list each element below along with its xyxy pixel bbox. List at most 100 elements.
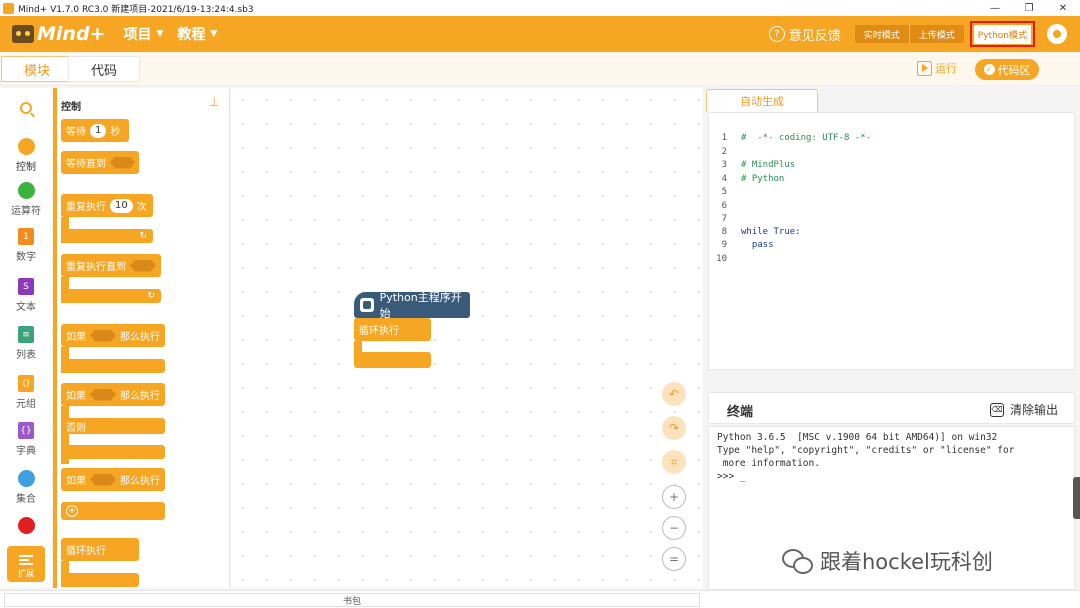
condition-slot[interactable] (130, 259, 156, 272)
code-line: 10 (716, 254, 727, 264)
category-text[interactable]: S 文本 (0, 278, 52, 313)
palette-title: 控制 (61, 102, 81, 113)
extension-button[interactable]: 扩展 (7, 546, 45, 582)
undo-icon[interactable]: ↶ (662, 382, 686, 406)
code-line: 2 (721, 147, 727, 157)
mode-python[interactable]: Python模式 (973, 24, 1031, 44)
category-dot (17, 138, 35, 155)
tuple-icon: () (18, 375, 34, 392)
minimize-button[interactable]: — (978, 0, 1012, 16)
text-icon: S (18, 278, 34, 295)
category-list[interactable]: ≡ 列表 (0, 326, 52, 361)
code-line: 6 (721, 201, 727, 211)
category-tuple[interactable]: () 元组 (0, 375, 52, 410)
terminal-line: more information. (717, 458, 820, 469)
terminal-prompt[interactable]: >>> _ (717, 470, 1066, 483)
tab-autogen[interactable]: 自动生成 (706, 89, 818, 112)
question-icon: ? (768, 26, 785, 42)
redo-icon[interactable]: ↷ (662, 416, 686, 440)
condition-slot[interactable] (110, 156, 135, 169)
block-if-elif-end: + (61, 502, 165, 520)
robot-logo-icon (12, 25, 34, 43)
category-set[interactable]: 集合 (0, 470, 52, 505)
wait-seconds-input[interactable]: 1 (90, 123, 107, 138)
mode-python-highlight[interactable]: Python模式 (969, 21, 1035, 47)
mindplus-logo: Mind+ (12, 23, 105, 45)
code-line: 5 (721, 187, 727, 197)
block-else: 否则 (61, 418, 165, 434)
category-operators[interactable]: 运算符 (0, 182, 52, 217)
menu-bar: Mind+ 项目 ▼ 教程 ▼ ? 意见反馈 实时模式 上传模式 Python模式 (0, 16, 1080, 52)
panel-resize-handle[interactable] (1073, 477, 1080, 519)
dict-icon: {} (18, 422, 34, 439)
block-repeat[interactable]: 重复执行 10 次 (61, 194, 153, 217)
block-if-else-end (61, 445, 165, 459)
caret-down-icon: ▼ (210, 29, 218, 39)
list-icon: ≡ (18, 326, 34, 343)
code-line: 3 # MindPlus (721, 160, 796, 170)
block-wait[interactable]: 等待 1 秒 (61, 119, 129, 142)
caret-down-icon: ▼ (156, 29, 164, 39)
category-sidebar: 控制 运算符 1 数字 S 文本 ≡ 列表 () 元组 {} 字典 集合 (0, 88, 52, 588)
condition-slot[interactable] (90, 388, 116, 401)
watermark: 跟着hockel玩科创 (782, 546, 993, 576)
block-repeat-until-end: ↻ (61, 289, 161, 303)
zoom-reset-icon[interactable]: = (662, 547, 686, 571)
repeat-count-input[interactable]: 10 (110, 198, 133, 213)
condition-slot[interactable] (90, 473, 116, 486)
block-if-elif[interactable]: 如果 那么执行 (61, 468, 165, 491)
number-icon: 1 (18, 228, 34, 245)
menu-project[interactable]: 项目 ▼ (123, 24, 163, 44)
run-button[interactable]: 运行 (917, 60, 957, 76)
menu-tutorial[interactable]: 教程 ▼ (177, 24, 217, 44)
eraser-icon: ⌫ (989, 402, 1004, 417)
mode-realtime[interactable]: 实时模式 (855, 25, 909, 43)
block-repeat-end: ↻ (61, 229, 153, 243)
script-workspace[interactable] (231, 88, 703, 588)
terminal-line: Python 3.6.5 [MSC v.1900 64 bit AMD64)] … (717, 432, 998, 443)
close-button[interactable]: ✕ (1046, 0, 1080, 16)
terminal-line: Type "help", "copyright", "credits" or "… (717, 445, 1015, 456)
category-more[interactable] (0, 517, 52, 537)
extension-icon (19, 555, 33, 565)
tab-code[interactable]: 代码 (68, 56, 140, 82)
code-line: 4 # Python (721, 174, 785, 184)
backpack[interactable]: 书包 (4, 593, 700, 607)
block-forever[interactable]: 循环执行 (61, 538, 139, 561)
zoom-in-icon[interactable]: + (662, 485, 686, 509)
code-area-toggle[interactable]: ✓ 代码区 (975, 59, 1039, 80)
workspace-forever-block[interactable]: 循环执行 (354, 318, 431, 341)
search-icon[interactable] (20, 102, 32, 114)
feedback-button[interactable]: ? 意见反馈 (768, 25, 841, 44)
block-forever-end (61, 573, 139, 587)
block-repeat-until[interactable]: 重复执行直到 (61, 254, 161, 277)
python-icon (360, 298, 374, 312)
workspace-forever-end (354, 352, 431, 368)
maximize-button[interactable]: ❐ (1012, 0, 1046, 16)
block-if[interactable]: 如果 那么执行 (61, 324, 165, 347)
mode-switch: 实时模式 上传模式 (854, 25, 964, 43)
gear-icon[interactable] (1047, 24, 1067, 44)
set-icon (17, 470, 35, 487)
block-if-else[interactable]: 如果 那么执行 (61, 383, 165, 406)
condition-slot[interactable] (90, 329, 116, 342)
category-control[interactable]: 控制 (0, 138, 52, 173)
window-titlebar: Mind+ V1.7.0 RC3.0 新建项目-2021/6/19-13:24:… (0, 0, 1080, 16)
add-branch-icon[interactable]: + (66, 505, 78, 517)
clear-output-button[interactable]: ⌫ 清除输出 (989, 401, 1058, 418)
block-wait-until[interactable]: 等待直到 (61, 151, 139, 174)
loop-arrow-icon: ↻ (139, 231, 147, 241)
python-main-hat-block[interactable]: Python主程序开始 (354, 291, 470, 320)
code-editor[interactable]: 1 # -*- coding: UTF-8 -*- 2 3 # MindPlus 4… (708, 112, 1075, 370)
block-palette: 控制 ⊥ 等待 1 秒 等待直到 重复执行 10 次 ↻ 重复执行直到 ↻ 如果… (53, 88, 230, 588)
category-dict[interactable]: {} 字典 (0, 422, 52, 457)
pin-icon[interactable]: ⊥ (209, 95, 219, 109)
zoom-out-icon[interactable]: − (662, 516, 686, 540)
code-line: 8 while True: (721, 227, 801, 237)
tab-blocks[interactable]: 模块 (1, 56, 73, 82)
loop-arrow-icon: ↻ (147, 291, 155, 301)
category-numbers[interactable]: 1 数字 (0, 228, 52, 263)
code-line: 7 (721, 214, 727, 224)
mode-upload[interactable]: 上传模式 (908, 25, 964, 43)
crop-icon[interactable]: ⌗ (662, 450, 686, 474)
